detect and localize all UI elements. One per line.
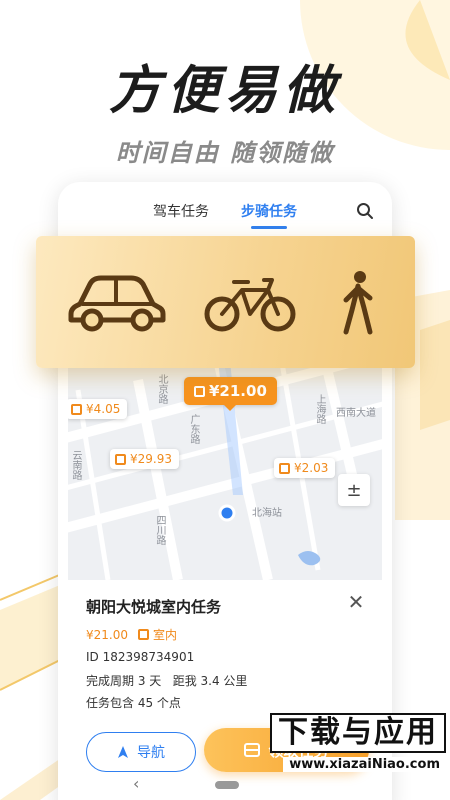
- price-tag-21-00[interactable]: ¥21.00: [184, 377, 277, 411]
- system-navigation-bar: ‹: [0, 770, 450, 800]
- headline-title: 方便易做: [108, 61, 341, 121]
- price-tag-4-05[interactable]: ¥4.05: [68, 399, 128, 419]
- task-price: ¥21.00: [86, 627, 128, 642]
- task-price-row: ¥21.00 室内: [86, 626, 177, 643]
- road-label-sichuan: 四川路: [154, 515, 165, 545]
- door-icon: [138, 629, 149, 640]
- inbox-icon: [244, 743, 261, 757]
- tab-driving-tasks[interactable]: 驾车任务: [137, 201, 225, 221]
- task-period-distance: 完成周期 3 天 距我 3.4 公里: [86, 674, 248, 688]
- navigate-label: 导航: [137, 745, 165, 761]
- tab-walk-ride-tasks[interactable]: 步骑任务: [225, 201, 313, 229]
- door-icon: [194, 385, 205, 397]
- navigate-button[interactable]: 导航: [86, 732, 196, 772]
- road-label-xinan: 西南大道: [336, 408, 376, 419]
- home-indicator[interactable]: [215, 781, 239, 789]
- task-icon: [71, 403, 82, 415]
- watermark-main: 下载与应用: [270, 713, 446, 753]
- price-tag-29-93[interactable]: ¥29.93: [110, 449, 179, 469]
- task-name: 朝阳大悦城室内任务: [86, 598, 222, 616]
- zoom-button[interactable]: ±: [338, 474, 370, 506]
- price-tag-label: ¥4.05: [86, 402, 121, 416]
- pedestrian-icon: [343, 271, 373, 335]
- bicycle-icon: [204, 278, 296, 332]
- headline-subtitle: 时间自由 随领随做: [115, 139, 335, 167]
- road-label-beijing: 北京路: [156, 374, 167, 404]
- task-location-type: 室内: [138, 626, 177, 643]
- road-label-shanghai: 上海路: [314, 394, 325, 424]
- bus-icon: [115, 453, 126, 465]
- price-tag-label: ¥29.93: [130, 452, 172, 466]
- task-location-label: 室内: [153, 628, 178, 642]
- task-points: 任务包含 45 个点: [86, 696, 181, 710]
- price-tag-label: ¥2.03: [294, 461, 329, 475]
- travel-mode-card: [36, 236, 415, 368]
- price-tag-2-03[interactable]: ¥2.03: [274, 458, 336, 478]
- door-icon: [279, 462, 290, 474]
- headline: 方便易做 时间自由 随领随做: [0, 48, 450, 168]
- close-icon[interactable]: ✕: [346, 592, 366, 612]
- back-icon[interactable]: ‹: [133, 774, 139, 793]
- search-icon[interactable]: [356, 202, 374, 220]
- station-label-beihai: 北海站: [252, 508, 282, 519]
- watermark: 下载与应用 www.xiazaiNiao.com: [270, 713, 446, 772]
- task-id: ID 182398734901: [86, 650, 195, 664]
- road-label-guangdong: 广东路: [188, 414, 199, 444]
- task-tabbar: 驾车任务 步骑任务: [58, 182, 392, 240]
- car-icon: [68, 275, 166, 332]
- price-tag-label: ¥21.00: [209, 382, 267, 400]
- navigation-arrow-icon: [118, 746, 128, 758]
- road-label-yunnan: 云南路: [70, 450, 81, 480]
- watermark-url: www.xiazaiNiao.com: [283, 757, 446, 772]
